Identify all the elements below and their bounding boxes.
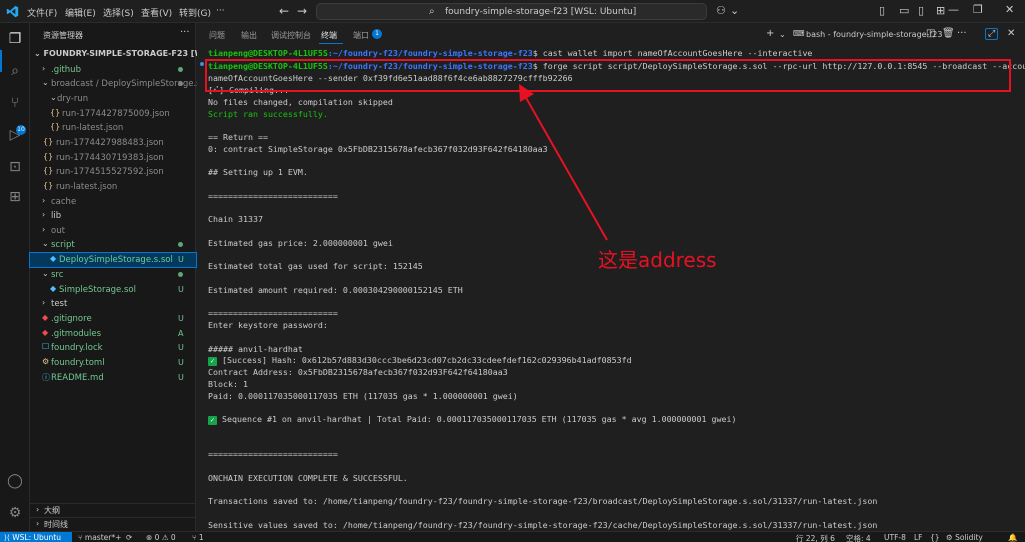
language-braces-icon[interactable]: {} [930, 533, 940, 542]
branch-label: master*+ [84, 533, 122, 542]
annotation-text: 这是address [598, 248, 717, 272]
indentation[interactable]: 空格: 4 [846, 533, 871, 542]
problems-indicator[interactable]: ⊗ 0 ⚠ 0 [146, 533, 176, 542]
annotation-arrow-icon [519, 84, 608, 241]
language-label: Solidity [955, 533, 983, 542]
encoding[interactable]: UTF-8 [884, 533, 906, 542]
status-bar: ⟩⟨ WSL: Ubuntu ⑂ master*+ ⟳ ⊗ 0 ⚠ 0 ⑂ 1 … [0, 531, 1025, 542]
notifications-bell-icon[interactable]: 🔔 [1008, 533, 1017, 542]
sync-icon[interactable]: ⟳ [126, 533, 132, 542]
remote-label: WSL: Ubuntu [12, 533, 61, 542]
git-branch[interactable]: ⑂ master*+ [78, 533, 121, 542]
language-mode[interactable]: ⚙ Solidity [946, 533, 983, 542]
cursor-position[interactable]: 行 22, 列 6 [796, 533, 835, 542]
ports-indicator[interactable]: ⑂ 1 [192, 533, 204, 542]
remote-indicator[interactable]: ⟩⟨ WSL: Ubuntu [0, 532, 72, 542]
eol[interactable]: LF [914, 533, 923, 542]
ports-count: 1 [198, 533, 204, 542]
